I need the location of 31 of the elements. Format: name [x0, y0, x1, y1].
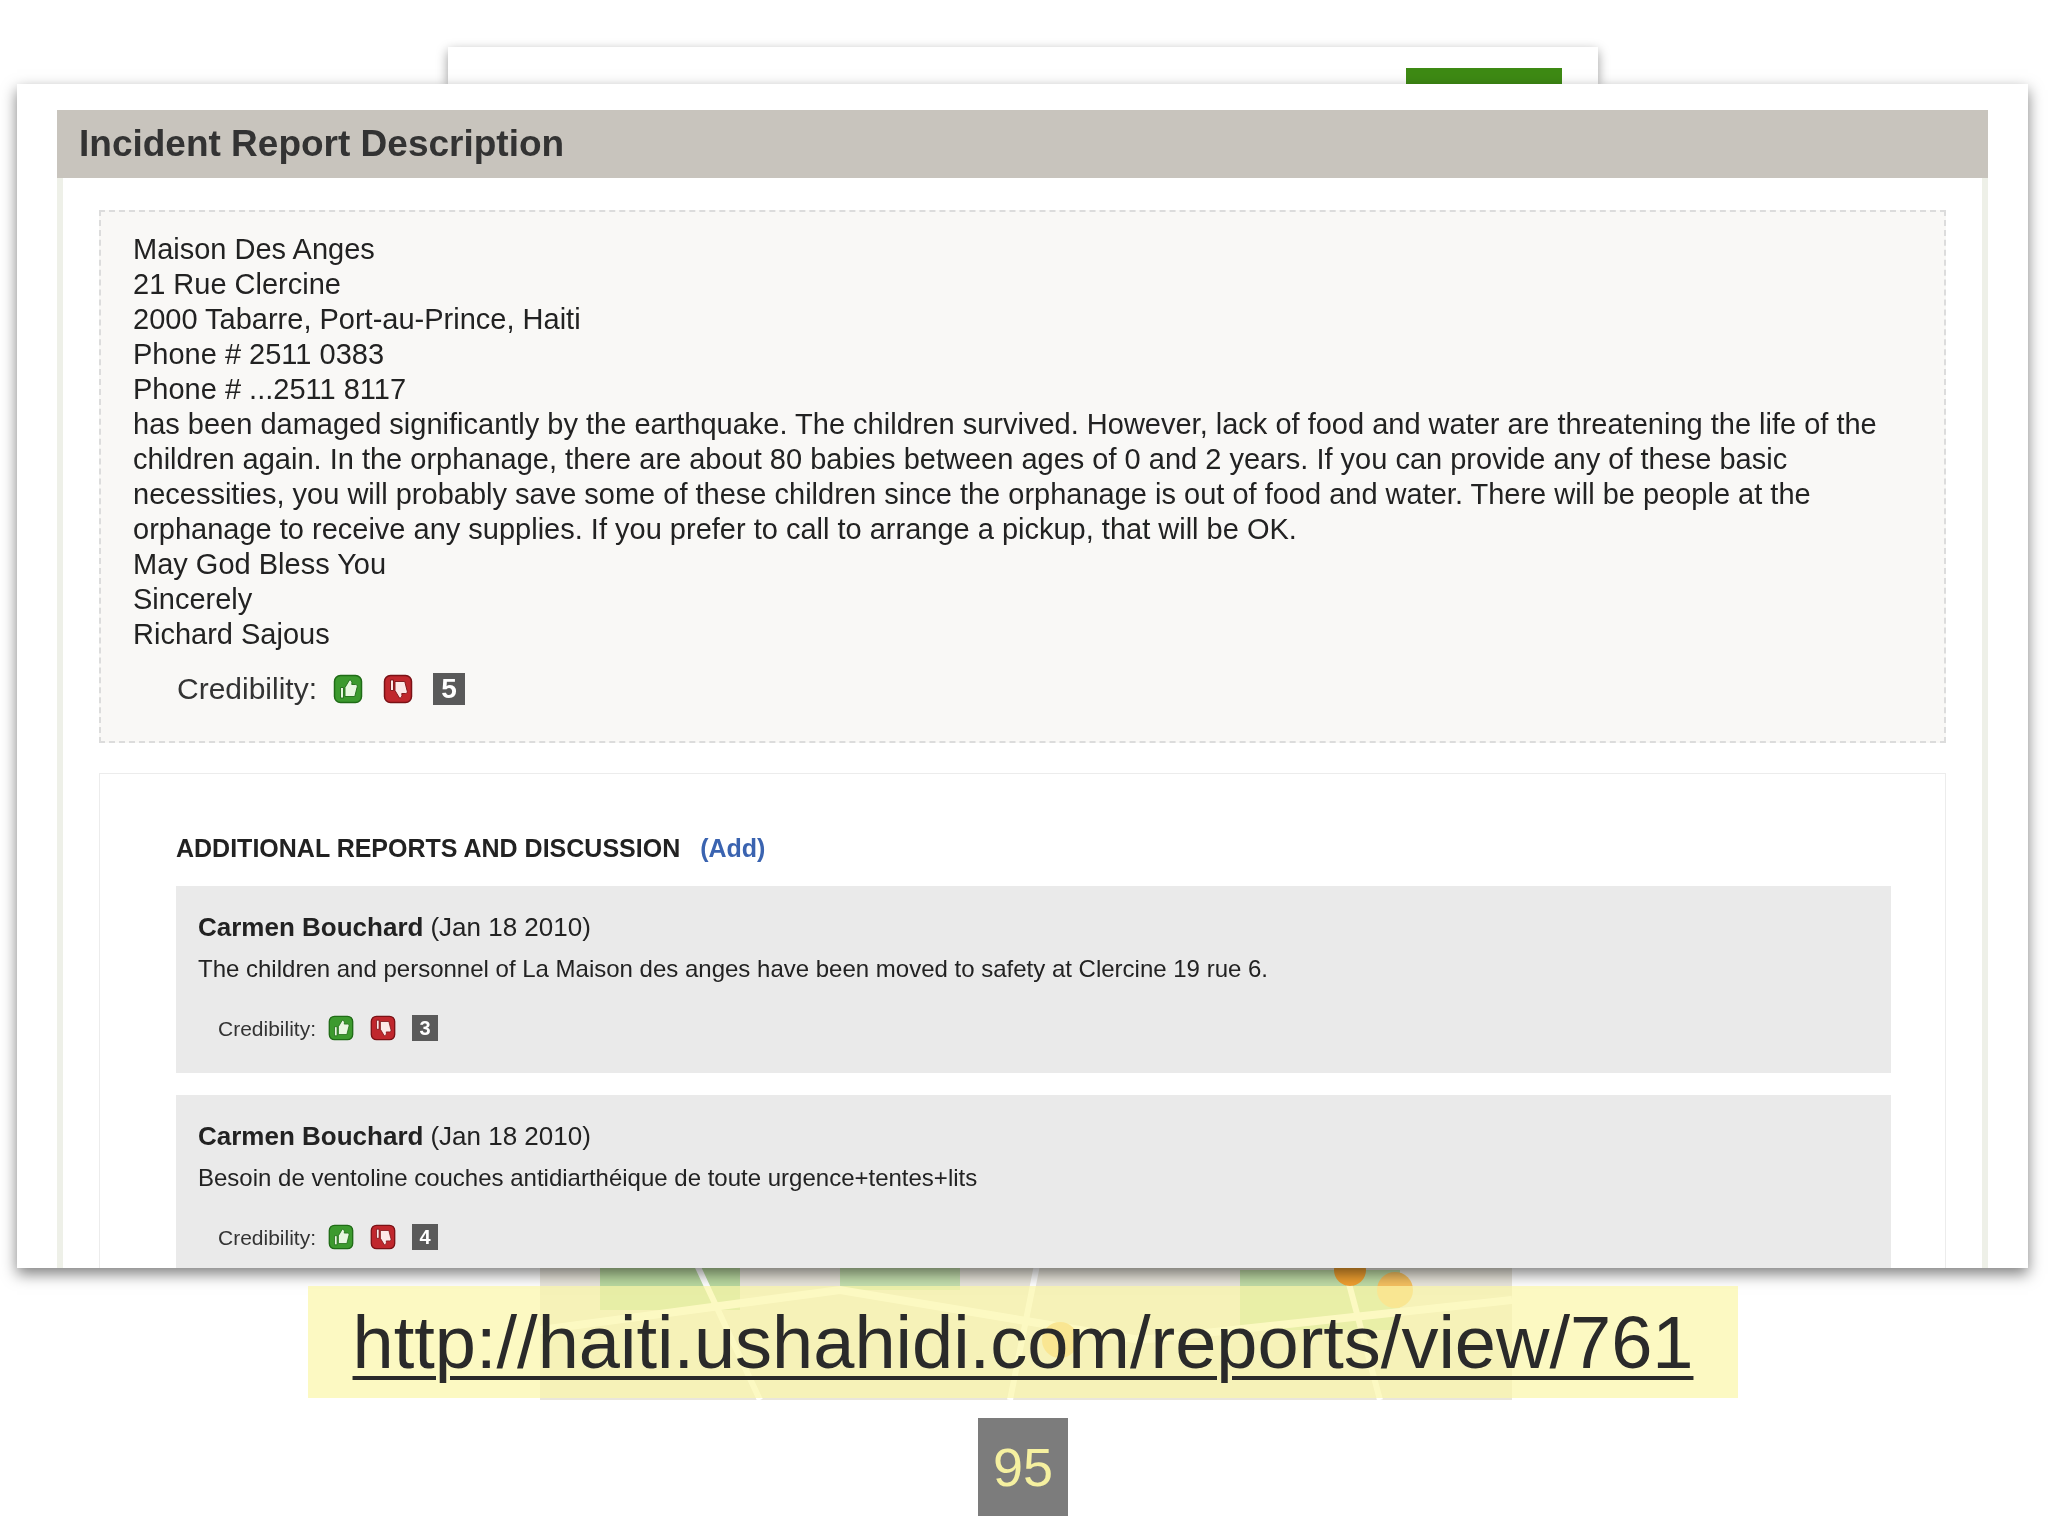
thumbs-up-icon[interactable] [328, 1224, 355, 1251]
description-text: Richard Sajous [133, 617, 331, 652]
thumbs-down-icon[interactable] [370, 1224, 397, 1251]
description-text: Phone # 2511 0383 [133, 337, 386, 372]
description-text: Phone # ...2511 8117 [133, 372, 408, 407]
page-number: 95 [978, 1418, 1068, 1516]
description-text: Sincerely [133, 582, 254, 617]
comment-author: Carmen Bouchard [198, 910, 424, 944]
add-link[interactable]: (Add) [700, 830, 766, 868]
description-text: 2000 Tabarre, Port-au-Prince, Haiti [133, 302, 582, 337]
credibility-score: 5 [433, 672, 466, 705]
comment-text: Besoin de ventoline couches antidiarthéique de toute urgence+tentes+lits [198, 1162, 979, 1193]
thumbs-down-icon[interactable] [383, 673, 414, 704]
comment-date: (Jan 18 2010) [430, 910, 591, 944]
comment-author: Carmen Bouchard [198, 1119, 424, 1153]
credibility-score: 4 [412, 1224, 439, 1251]
discussion-heading: ADDITIONAL REPORTS AND DISCUSSION [176, 833, 681, 864]
credibility-label: Credibility: [218, 1224, 317, 1251]
description-text: 21 Rue Clercine [133, 267, 342, 302]
credibility-label: Credibility: [218, 1015, 317, 1042]
credibility-score: 3 [412, 1015, 439, 1042]
thumbs-down-icon[interactable] [370, 1015, 397, 1042]
section-title: Incident Report Description [79, 122, 565, 167]
description-text: has been damaged significantly by the earthquake. The children survived. However, lack of food and water are threatening the life of the children again. In the orphanage, there are about 80 babies between ages of 0 and 2 years. If you can provide any of these basic necessities, you will probably save some of these children since the orphanage is out of food and water. There will be people at the orphanage to receive any supplies. If you prefer to call to arrange a pickup, that will be OK. [133, 407, 1878, 547]
comment-date: (Jan 18 2010) [430, 1119, 591, 1153]
thumbs-up-icon[interactable] [333, 673, 364, 704]
description-text: Maison Des Anges [133, 232, 376, 267]
comment-text: The children and personnel of La Maison des anges have been moved to safety at Clercine 19 rue 6. [198, 953, 1269, 984]
description-text: May God Bless You [133, 547, 388, 582]
credibility-label: Credibility: [177, 671, 318, 707]
thumbs-up-icon[interactable] [328, 1015, 355, 1042]
